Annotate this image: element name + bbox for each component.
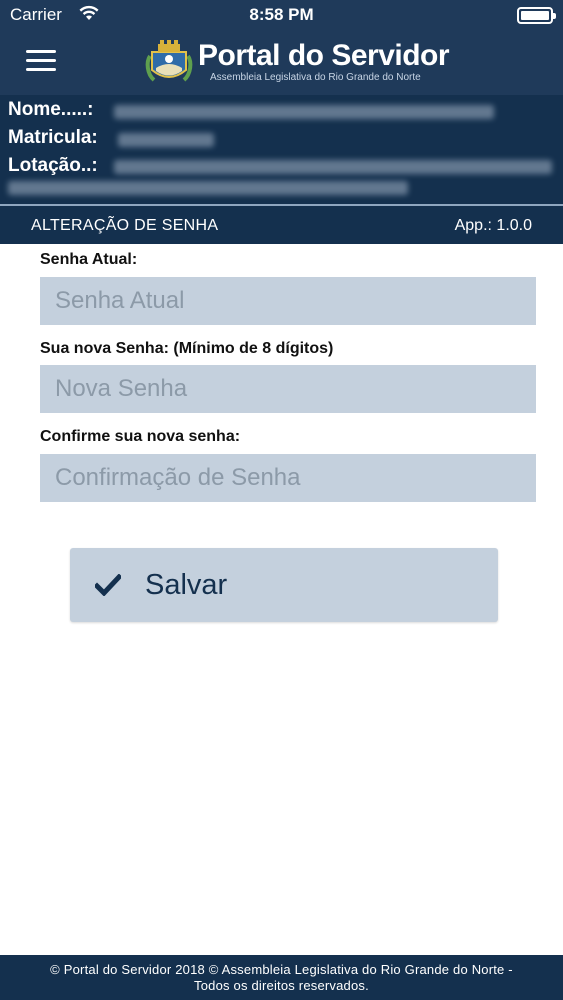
registration-value-redacted: [118, 133, 214, 147]
status-bar: Carrier 8:58 PM: [0, 0, 563, 30]
page-header: ALTERAÇÃO DE SENHA App.: 1.0.0: [0, 206, 563, 244]
battery-icon: [517, 7, 556, 24]
department-label: Lotação..:: [8, 155, 98, 176]
department-value-redacted-line2: [8, 181, 408, 195]
brand-subtitle: Assembleia Legislativa do Rio Grande do …: [210, 72, 421, 83]
page-title: ALTERAÇÃO DE SENHA: [31, 217, 219, 234]
department-value-redacted: [114, 160, 552, 174]
brand-title: Portal do Servidor: [198, 39, 450, 72]
current-password-label: Senha Atual:: [40, 251, 138, 268]
name-value-redacted: [114, 105, 494, 119]
app-version: App.: 1.0.0: [454, 217, 532, 234]
new-password-input[interactable]: [40, 365, 536, 413]
confirm-password-input[interactable]: [40, 454, 536, 502]
clock: 8:58 PM: [249, 5, 314, 24]
new-password-label: Sua nova Senha: (Mínimo de 8 dígitos): [40, 340, 334, 357]
hamburger-menu-icon[interactable]: [26, 50, 56, 74]
footer-copyright-line2: Todos os direitos reservados.: [194, 978, 369, 993]
save-button[interactable]: Salvar: [70, 548, 498, 622]
confirm-password-label: Confirme sua nova senha:: [40, 428, 241, 445]
footer: © Portal do Servidor 2018 © Assembleia L…: [0, 955, 563, 1000]
user-info-panel: Nome.....: Matricula: Lotação..:: [0, 95, 563, 205]
save-button-label: Salvar: [145, 569, 228, 601]
registration-label: Matricula:: [8, 127, 98, 148]
coat-of-arms-icon: [145, 40, 193, 82]
app-header: Portal do Servidor Assembleia Legislativ…: [0, 30, 563, 95]
footer-copyright-line1: © Portal do Servidor 2018 © Assembleia L…: [50, 962, 513, 977]
name-label: Nome.....:: [8, 99, 94, 120]
current-password-input[interactable]: [40, 277, 536, 325]
checkmark-icon: [95, 574, 121, 596]
